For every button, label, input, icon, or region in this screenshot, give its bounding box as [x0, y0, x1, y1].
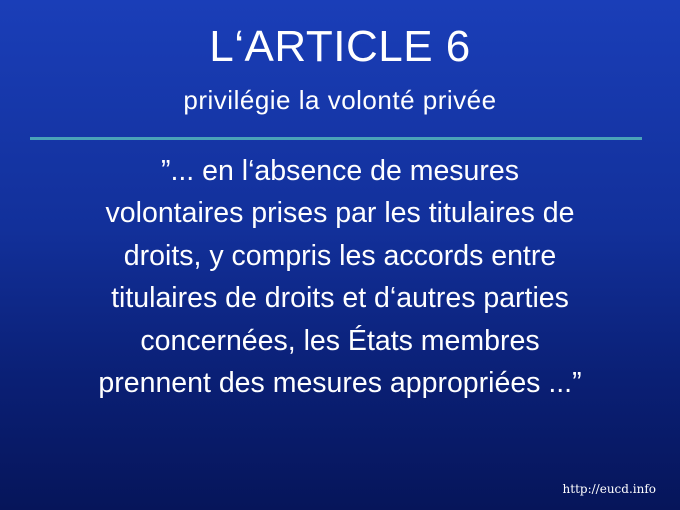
- quote-line: prennent des mesures appropriées ...”: [98, 367, 582, 400]
- slide-subtitle: privilégie la volonté privée: [183, 85, 497, 115]
- quote-line: droits, y compris les accords entre: [123, 239, 557, 272]
- footer-url: http://eucd.info: [562, 482, 656, 496]
- quote-line: volontaires prises par les titulaires de: [105, 197, 575, 230]
- slide-title: L‘ARTICLE 6: [209, 22, 471, 71]
- slide: L‘ARTICLE 6 privilégie la volonté privée…: [0, 0, 680, 510]
- quote-block: ”... en l‘absence de mesures volontaires…: [0, 150, 680, 404]
- quote-line: titulaires de droits et d‘autres parties: [111, 282, 569, 315]
- title-divider: [30, 137, 642, 140]
- quote-line: concernées, les États membres: [140, 324, 540, 357]
- quote-line: ”... en l‘absence de mesures: [160, 155, 520, 187]
